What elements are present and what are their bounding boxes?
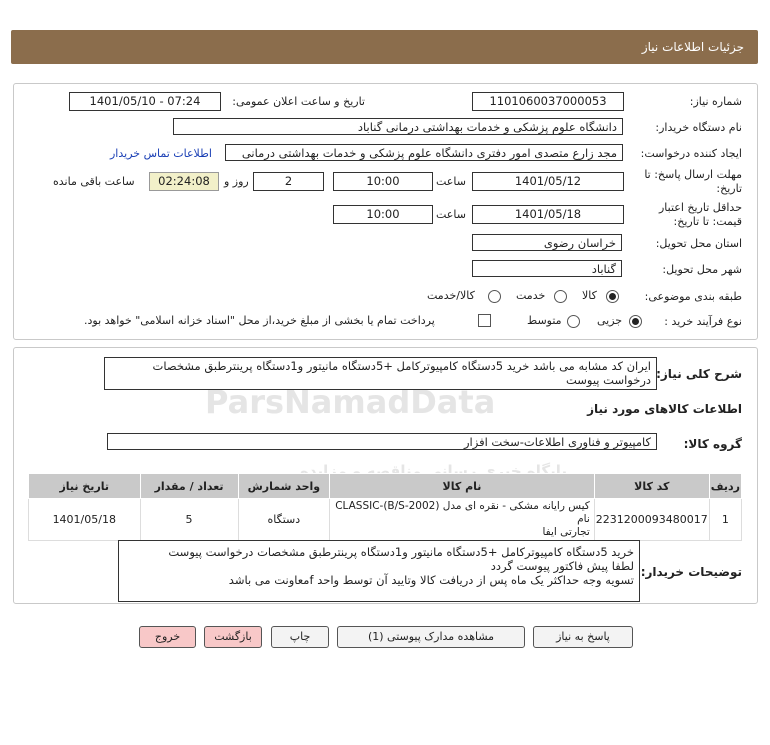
creator-label: ایجاد کننده درخواست: [640, 147, 742, 160]
col-date: تاریخ نیاز [28, 473, 141, 499]
summary-label: شرح کلی نیاز: [656, 367, 742, 381]
col-code: کد کالا [593, 473, 710, 499]
city-label: شهر محل تحویل: [662, 263, 742, 276]
page-title-bar: جزئیات اطلاعات نیاز [11, 30, 758, 64]
contact-info-link[interactable]: اطلاعات تماس خریدار [110, 147, 212, 160]
goods-group-label: گروه کالا: [683, 437, 742, 451]
validity-label-2: قیمت: تا تاریخ: [673, 215, 742, 228]
need-number-label: شماره نیاز: [689, 95, 742, 108]
process-medium-label: متوسط [527, 314, 562, 327]
days-label: روز و [224, 175, 249, 188]
category-both-radio[interactable] [488, 290, 501, 303]
process-minor-radio[interactable] [629, 315, 642, 328]
goods-group-field: کامپیوتر و فناوری اطلاعات-سخت افزار [107, 433, 657, 450]
summary-box: ایران کد مشابه می باشد خرید 5دستگاه کامپ… [104, 357, 657, 390]
summary-line-2: درخواست پیوست [565, 373, 651, 387]
notes-line-2: لطفا پیش فاکتور پیوست گردد [490, 559, 634, 573]
validity-label-1: حداقل تاریخ اعتبار [658, 201, 742, 214]
reply-time-label: ساعت [436, 175, 466, 188]
province-label: استان محل تحویل: [655, 237, 742, 250]
reply-deadline-label-2: تاریخ: [716, 182, 742, 195]
view-attachments-button[interactable]: مشاهده مدارک پیوستی (1) [337, 626, 525, 648]
remaining-label: ساعت باقی مانده [53, 175, 135, 188]
back-button[interactable]: بازگشت [204, 626, 262, 648]
col-row: ردیف [708, 473, 743, 499]
category-service-radio[interactable] [554, 290, 567, 303]
province-field: خراسان رضوی [472, 234, 622, 251]
category-service-label: خدمت [516, 289, 546, 302]
days-field: 2 [253, 172, 324, 191]
col-unit: واحد شمارش [237, 473, 331, 499]
category-goods-label: کالا [582, 289, 597, 302]
buyer-notes-box: خرید 5دستگاه کامپیوترکامل +5دستگاه مانیت… [118, 540, 640, 602]
row-qty: 5 [139, 498, 239, 541]
reply-time-field: 10:00 [333, 172, 433, 191]
buyer-org-field: دانشگاه علوم پزشکی و خدمات بهداشتی درمان… [173, 118, 623, 135]
treasury-checkbox[interactable] [478, 314, 491, 327]
col-name: نام کالا [329, 473, 595, 499]
process-medium-radio[interactable] [567, 315, 580, 328]
validity-time-label: ساعت [436, 208, 466, 221]
process-minor-label: جزیی [597, 314, 623, 327]
row-code: 2231200093480017 [593, 498, 710, 541]
buyer-org-label: نام دستگاه خریدار: [655, 121, 742, 134]
reply-button[interactable]: پاسخ به نیاز [533, 626, 633, 648]
goods-table: ردیف کد کالا نام کالا واحد شمارش تعداد /… [28, 473, 743, 541]
row-name: کیس رایانه مشکی - نقره ای مدل CLASSIC-(B… [329, 498, 595, 541]
category-goods-radio[interactable] [606, 290, 619, 303]
buyer-notes-label: توضیحات خریدار: [640, 565, 742, 579]
goods-table-header: ردیف کد کالا نام کالا واحد شمارش تعداد /… [28, 473, 743, 499]
announce-field: 1401/05/10 - 07:24 [69, 92, 221, 111]
city-field: گناباد [472, 260, 622, 277]
notes-line-1: خرید 5دستگاه کامپیوترکامل +5دستگاه مانیت… [168, 545, 634, 559]
category-both-label: کالا/خدمت [427, 289, 475, 302]
announce-label: تاریخ و ساعت اعلان عمومی: [232, 95, 365, 108]
row-unit: دستگاه [237, 498, 331, 541]
row-name-line-1: کیس رایانه مشکی - نقره ای مدل CLASSIC-(B… [335, 500, 590, 525]
row-date: 1401/05/18 [28, 498, 141, 541]
creator-field: مجد زارع متصدی امور دفتری دانشگاه علوم پ… [225, 144, 623, 161]
page-title: جزئیات اطلاعات نیاز [641, 40, 744, 54]
reply-deadline-label-1: مهلت ارسال پاسخ: تا [644, 168, 742, 181]
summary-line-1: ایران کد مشابه می باشد خرید 5دستگاه کامپ… [152, 359, 651, 373]
row-name-line-2: تجارتی ایفا [542, 526, 590, 538]
remaining-time-field: 02:24:08 [149, 172, 219, 191]
notes-line-3: تسویه وجه حداکثر یک ماه پس از دریافت کال… [228, 573, 634, 587]
need-number-field: 1101060037000053 [472, 92, 624, 111]
validity-time-field: 10:00 [333, 205, 433, 224]
row-number: 1 [708, 498, 743, 541]
exit-button[interactable]: خروج [139, 626, 196, 648]
print-button[interactable]: چاپ [271, 626, 329, 648]
table-row: 1 2231200093480017 کیس رایانه مشکی - نقر… [28, 498, 743, 541]
process-label: نوع فرآیند خرید : [664, 315, 742, 328]
category-label: طبقه بندی موضوعی: [644, 290, 742, 303]
treasury-note: پرداخت تمام یا بخشی از مبلغ خرید،از محل … [84, 314, 435, 327]
reply-date-field: 1401/05/12 [472, 172, 624, 191]
goods-info-title: اطلاعات کالاهای مورد نیاز [587, 402, 742, 416]
validity-date-field: 1401/05/18 [472, 205, 624, 224]
col-qty: تعداد / مقدار [139, 473, 239, 499]
